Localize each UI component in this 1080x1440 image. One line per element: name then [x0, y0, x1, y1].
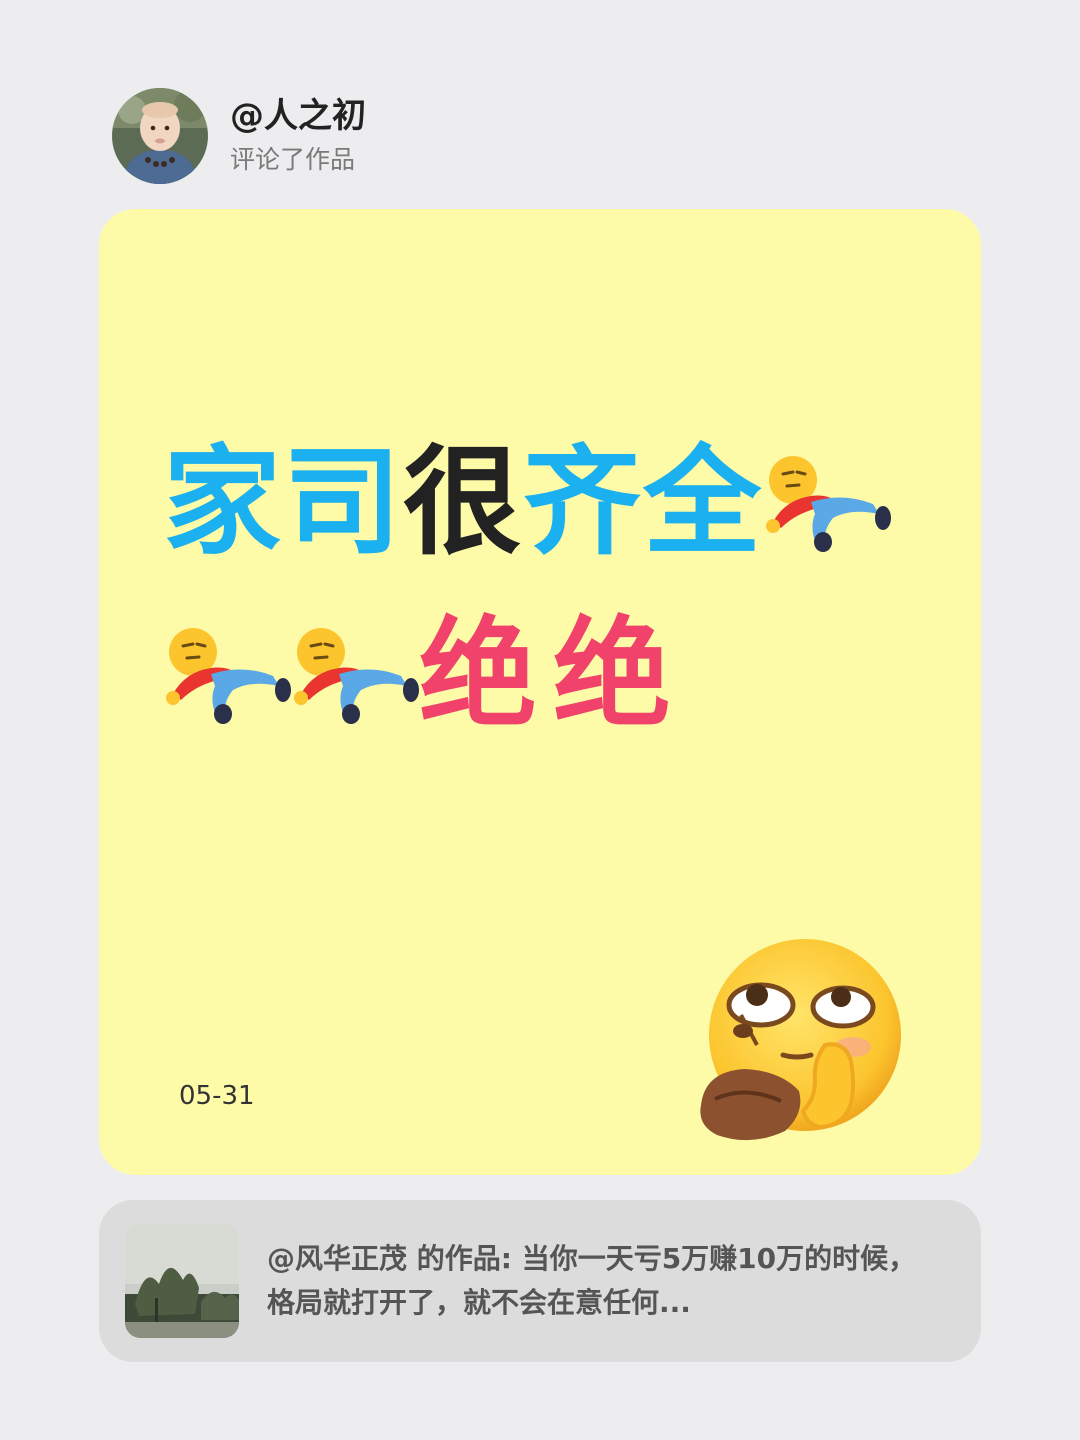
text-segment-blue-2: 齐全 — [523, 433, 764, 571]
username[interactable]: @人之初 — [230, 95, 366, 137]
action-text: 评论了作品 — [230, 145, 356, 174]
text-segment-pink-2: 绝 — [553, 605, 674, 743]
lying-down-emoji-icon — [163, 624, 291, 724]
comment-line-1: 家司 很 齐全 — [163, 433, 892, 571]
work-thumbnail[interactable] — [125, 1224, 239, 1338]
eye-roll-sunflower-seed-emoji-icon — [695, 935, 913, 1149]
user-avatar[interactable] — [112, 88, 208, 184]
lying-down-emoji-icon — [763, 452, 892, 552]
comment-header: @人之初 评论了作品 — [112, 88, 366, 184]
referenced-work-card[interactable]: @风华正茂 的作品: 当你一天亏5万赚10万的时候，格局就打开了，就不会在意任何… — [99, 1200, 981, 1362]
comment-date: 05-31 — [179, 1081, 255, 1111]
text-segment-blue: 家司 — [163, 433, 404, 571]
comment-line-2: 绝 绝 — [163, 609, 673, 739]
text-segment-black: 很 — [403, 433, 524, 571]
lying-down-emoji-icon — [291, 624, 419, 724]
text-segment-pink: 绝 — [419, 605, 540, 743]
referenced-work-description[interactable]: @风华正茂 的作品: 当你一天亏5万赚10万的时候，格局就打开了，就不会在意任何… — [267, 1237, 917, 1325]
comment-card[interactable]: 家司 很 齐全 绝 绝 05-31 — [99, 209, 981, 1175]
